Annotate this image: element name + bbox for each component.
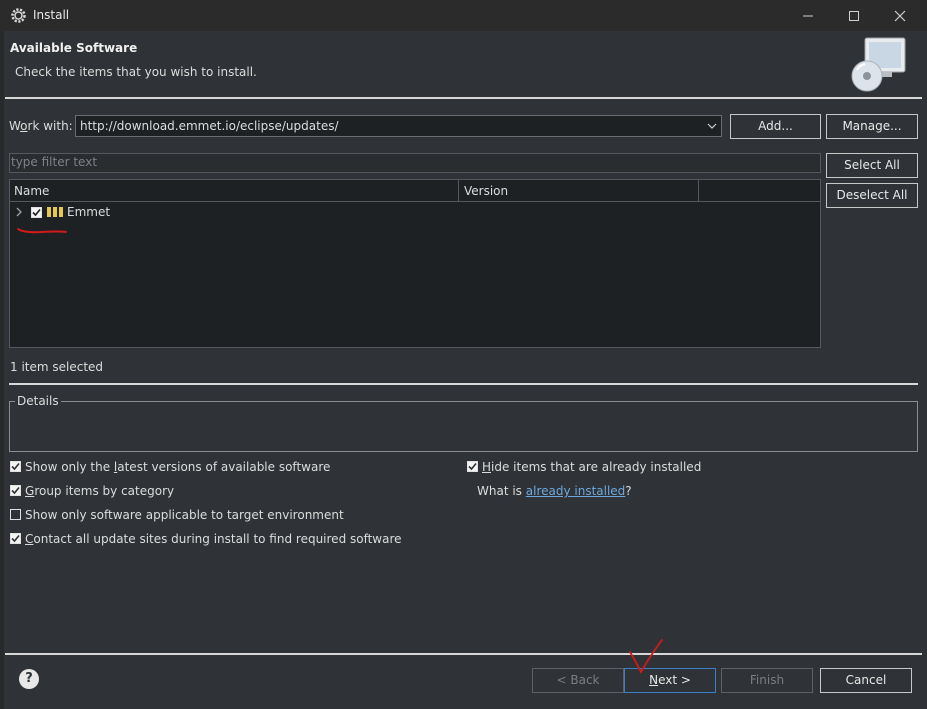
filter-placeholder: type filter text [11, 155, 98, 169]
window-title: Install [33, 8, 70, 22]
add-site-button[interactable]: Add... [730, 114, 821, 139]
hide-installed-checkbox[interactable] [467, 461, 478, 472]
details-label: Details [15, 394, 61, 408]
hide-installed-label: Hide items that are already installed [482, 460, 702, 474]
install-wizard-banner-icon [851, 37, 906, 92]
latest-versions-label: Show only the latest versions of availab… [25, 460, 331, 474]
chevron-right-icon[interactable] [14, 206, 24, 218]
separator [9, 383, 918, 385]
chevron-down-icon[interactable] [706, 121, 718, 131]
work-with-value: http://download.emmet.io/eclipse/updates… [80, 119, 339, 133]
row-name-emmet: Emmet [67, 205, 111, 219]
checkmark-icon [11, 462, 20, 471]
contact-update-sites-label: Contact all update sites during install … [25, 532, 402, 546]
row-checkbox-emmet[interactable] [31, 207, 42, 218]
checkmark-icon [468, 462, 477, 471]
filter-input[interactable] [9, 153, 821, 173]
eclipse-gear-icon [11, 8, 26, 23]
maximize-button[interactable] [831, 0, 877, 31]
red-checkmark-annotation [629, 639, 663, 674]
minimize-icon [803, 15, 813, 16]
target-environment-label: Show only software applicable to target … [25, 508, 344, 522]
window-left-edge [0, 31, 4, 709]
column-header-name[interactable]: Name [14, 184, 49, 198]
group-by-category-label: Group items by category [25, 484, 175, 498]
deselect-all-button[interactable]: Deselect All [826, 183, 918, 208]
page-title: Available Software [10, 41, 138, 55]
column-divider [698, 180, 699, 202]
checkmark-icon [32, 208, 41, 217]
details-group [9, 401, 918, 452]
selection-status: 1 item selected [10, 360, 104, 374]
target-environment-checkbox[interactable] [10, 509, 21, 520]
latest-versions-checkbox[interactable] [10, 461, 21, 472]
manage-sites-button[interactable]: Manage... [826, 114, 918, 139]
contact-update-sites-checkbox[interactable] [10, 533, 21, 544]
header-separator [5, 97, 922, 99]
close-icon [894, 10, 906, 21]
what-is-installed-text: What is already installed? [477, 484, 632, 498]
column-divider [458, 180, 459, 202]
category-icon [47, 207, 63, 217]
cancel-button[interactable]: Cancel [820, 668, 912, 693]
checkmark-icon [11, 486, 20, 495]
already-installed-link[interactable]: already installed [526, 484, 626, 498]
group-by-category-checkbox[interactable] [10, 485, 21, 496]
maximize-icon [849, 10, 859, 21]
back-button[interactable]: < Back [532, 668, 624, 693]
help-icon[interactable]: ? [19, 669, 39, 689]
minimize-button[interactable] [785, 0, 831, 31]
software-table [9, 179, 821, 348]
column-header-version[interactable]: Version [464, 184, 508, 198]
finish-button[interactable]: Finish [721, 668, 813, 693]
work-with-label: Work with: [9, 119, 73, 133]
close-button[interactable] [877, 0, 923, 31]
checkmark-icon [11, 534, 20, 543]
footer-separator [5, 653, 922, 655]
page-description: Check the items that you wish to install… [15, 65, 257, 79]
select-all-button[interactable]: Select All [826, 153, 918, 178]
red-underline-annotation [17, 228, 67, 234]
